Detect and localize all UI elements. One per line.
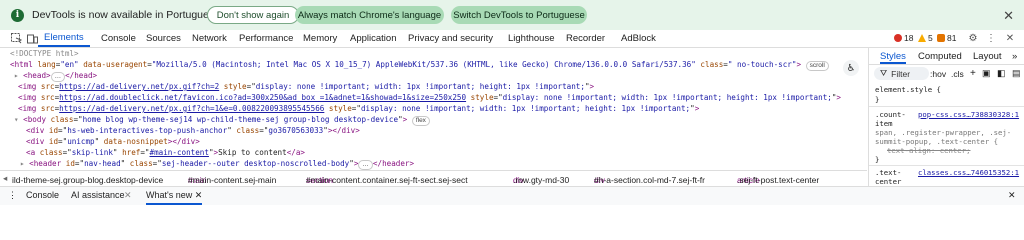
always-match-language-button[interactable]: Always match Chrome's language: [295, 6, 444, 24]
drawer-ai-close-icon[interactable]: ✕: [124, 190, 132, 201]
computed-sidebar-icon[interactable]: ◧: [997, 68, 1006, 79]
tab-recorder[interactable]: Recorder: [566, 30, 605, 47]
rule1-selector-c: span, .register-pwrapper, .sej-: [875, 128, 1012, 137]
styles-panel: Styles Computed Layout » ⛛ Filter :hov .…: [868, 48, 1024, 186]
more-options-icon[interactable]: ⋮: [985, 32, 997, 44]
drawer-tab-ai-assistance[interactable]: AI assistance: [71, 190, 125, 200]
error-count[interactable]: 18: [894, 33, 913, 43]
tab-adblock[interactable]: AdBlock: [621, 30, 656, 47]
tab-lighthouse[interactable]: Lighthouse: [508, 30, 554, 47]
tab-application[interactable]: Application: [350, 30, 396, 47]
issues-icon: [937, 34, 945, 42]
dom-breadcrumbs: ◂ ild-theme-sej.group-blog.desktop-devic…: [0, 170, 867, 186]
tab-sources[interactable]: Sources: [146, 30, 181, 47]
doctype-line: <!DOCTYPE html>: [10, 49, 79, 58]
tab-network[interactable]: Network: [192, 30, 227, 47]
close-icon[interactable]: ✕: [1003, 8, 1014, 24]
styles-filter-input[interactable]: ⛛ Filter: [874, 67, 929, 80]
dont-show-again-button[interactable]: Don't show again: [207, 6, 299, 24]
styles-tabs: Styles Computed Layout »: [869, 48, 1024, 65]
header-node[interactable]: ▸ <header id="nav-head" class="sej-heade…: [20, 158, 414, 170]
new-style-rule-icon[interactable]: +: [970, 68, 976, 79]
more-tabs-icon[interactable]: »: [1012, 51, 1017, 62]
rule1-source-link[interactable]: pop-css.css…738830328:1: [918, 110, 1019, 119]
img-node-2[interactable]: <img src=https://ad.doubleclick.net/favi…: [18, 92, 841, 103]
img-node-1[interactable]: <img src=https://ad-delivery.net/px.gif?…: [18, 81, 594, 92]
info-icon: i: [11, 8, 24, 22]
rule1-close: }: [875, 155, 880, 164]
device-toolbar-icon[interactable]: [26, 32, 38, 44]
accessibility-tree-icon[interactable]: ♿: [843, 60, 859, 76]
devtools-main-toolbar: Elements Console Sources Network Perform…: [0, 30, 1024, 48]
drawer-tab-whats-new[interactable]: What's new ✕: [146, 190, 203, 205]
rule2-selector-b: center: [875, 177, 902, 186]
element-style-close: }: [875, 95, 880, 104]
tab-layout[interactable]: Layout: [973, 51, 1002, 62]
error-icon: [894, 34, 902, 42]
tab-performance[interactable]: Performance: [239, 30, 293, 47]
devtools-drawer: ⋮ Console AI assistance ✕ What's new ✕ ✕: [0, 186, 1024, 205]
breadcrumb-scroll-left-icon[interactable]: ◂: [3, 173, 7, 184]
rule1-selector-b: item: [875, 119, 893, 128]
settings-gear-icon[interactable]: ⚙: [967, 32, 979, 44]
element-style-selector: element.style {: [875, 85, 941, 94]
element-state-icon[interactable]: ▣: [982, 68, 991, 79]
close-devtools-icon[interactable]: ✕: [1004, 32, 1016, 44]
rule1-selector-d: summit-popup, .text-center {: [875, 137, 999, 146]
tab-styles[interactable]: Styles: [880, 51, 906, 64]
tab-privacy-security[interactable]: Privacy and security: [408, 30, 493, 47]
warning-icon: [918, 34, 926, 42]
flex-badge[interactable]: flex: [411, 116, 430, 126]
filter-icon: ⛛: [880, 68, 888, 78]
warning-count[interactable]: 5: [918, 33, 933, 43]
tab-console[interactable]: Console: [101, 30, 136, 47]
close-drawer-icon[interactable]: ✕: [1008, 190, 1016, 201]
rule2-source-link[interactable]: classes.css…746015352:1: [918, 168, 1019, 177]
class-toggle[interactable]: .cls: [951, 69, 964, 79]
dom-tree: <!DOCTYPE html> <html lang="en" data-use…: [0, 48, 867, 170]
language-banner: i DevTools is now available in Portugues…: [0, 0, 1024, 31]
issues-count[interactable]: 81: [937, 33, 956, 43]
rule1-property[interactable]: text-align: center;: [887, 146, 970, 155]
drawer-menu-icon[interactable]: ⋮: [8, 190, 17, 201]
toggle-sidebar-icon[interactable]: ▤: [1012, 68, 1021, 79]
skip-link-node[interactable]: <a class="skip-link" href="#main-content…: [26, 147, 305, 158]
img-node-3[interactable]: <img src=https://ad-delivery.net/px.gif?…: [18, 103, 699, 114]
rule2-selector-a: .text-: [875, 168, 902, 177]
div-node-1[interactable]: <div id="hs-web-interactives-top-push-an…: [26, 125, 360, 136]
drawer-whats-new-close-icon[interactable]: ✕: [195, 190, 203, 200]
drawer-tab-console[interactable]: Console: [26, 190, 59, 200]
div-node-2[interactable]: <div id="unicmp" data-nosnippet></div>: [26, 136, 200, 147]
banner-message: DevTools is now available in Portuguese: [32, 9, 220, 21]
inspect-element-icon[interactable]: [10, 32, 22, 44]
tab-computed[interactable]: Computed: [918, 51, 962, 62]
rule1-selector-a: .count-: [875, 110, 906, 119]
html-node[interactable]: <html lang="en" data-useragent="Mozilla/…: [10, 59, 829, 71]
scroll-badge[interactable]: scroll: [805, 61, 829, 71]
tab-elements[interactable]: Elements: [38, 30, 90, 47]
hover-state-toggle[interactable]: :hov: [930, 69, 946, 79]
tab-memory[interactable]: Memory: [303, 30, 337, 47]
switch-devtools-language-button[interactable]: Switch DevTools to Portuguese: [451, 6, 587, 24]
